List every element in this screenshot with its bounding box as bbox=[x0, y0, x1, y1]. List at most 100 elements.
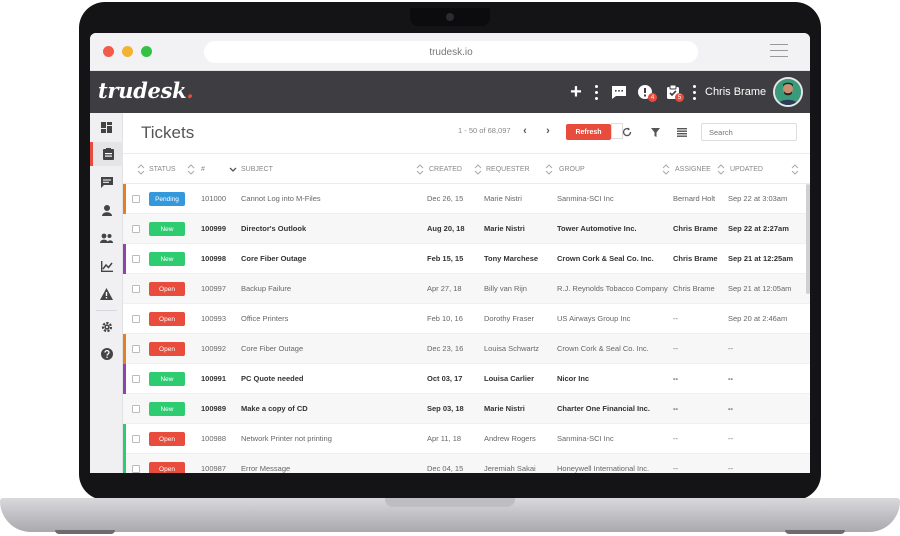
sort-icon[interactable] bbox=[662, 164, 670, 175]
table-row[interactable]: Open 100988 Network Printer not printing… bbox=[123, 424, 810, 454]
hamburger-menu-icon[interactable] bbox=[770, 44, 788, 58]
ticket-subject[interactable]: Backup Failure bbox=[241, 274, 421, 304]
window-minimize-button[interactable] bbox=[122, 46, 133, 57]
row-checkbox[interactable] bbox=[132, 405, 140, 413]
table-row[interactable]: New 100999 Director's Outlook Aug 20, 18… bbox=[123, 214, 810, 244]
sort-icon[interactable] bbox=[187, 164, 195, 175]
next-page-button[interactable]: › bbox=[541, 123, 555, 139]
ticket-assignee: -- bbox=[673, 433, 678, 443]
col-updated[interactable]: UPDATED bbox=[730, 154, 763, 185]
ticket-number: 100989 bbox=[201, 403, 227, 413]
ticket-subject[interactable]: Core Fiber Outage bbox=[241, 334, 421, 364]
list-view-icon[interactable] bbox=[674, 124, 690, 140]
row-checkbox[interactable] bbox=[132, 465, 140, 473]
row-checkbox[interactable] bbox=[132, 255, 140, 263]
priority-indicator bbox=[123, 334, 126, 364]
sort-icon[interactable] bbox=[717, 164, 725, 175]
ticket-updated: -- bbox=[728, 343, 733, 353]
table-row[interactable]: Open 100992 Core Fiber Outage Dec 23, 16… bbox=[123, 334, 810, 364]
user-name[interactable]: Chris Brame bbox=[705, 82, 766, 102]
ticket-group: Sanmina-SCI Inc bbox=[557, 193, 614, 203]
sidebar-item-settings[interactable] bbox=[90, 315, 123, 339]
user-avatar[interactable] bbox=[773, 77, 803, 107]
col-subject[interactable]: SUBJECT bbox=[241, 154, 273, 185]
sidebar-item-messages[interactable] bbox=[90, 170, 123, 194]
ticket-subject[interactable]: Make a copy of CD bbox=[241, 394, 421, 424]
search-input[interactable] bbox=[701, 123, 797, 141]
col-requester[interactable]: REQUESTER bbox=[486, 154, 530, 185]
sidebar-item-help[interactable] bbox=[90, 342, 123, 366]
chat-icon[interactable] bbox=[610, 82, 628, 102]
sort-icon[interactable] bbox=[137, 164, 145, 175]
row-checkbox[interactable] bbox=[132, 195, 140, 203]
ticket-subject[interactable]: Core Fiber Outage bbox=[241, 244, 421, 274]
row-checkbox[interactable] bbox=[132, 435, 140, 443]
trudesk-logo[interactable]: trudesk. bbox=[98, 78, 194, 103]
ticket-subject[interactable]: Director's Outlook bbox=[241, 214, 421, 244]
row-checkbox[interactable] bbox=[132, 225, 140, 233]
table-row[interactable]: Open 100993 Office Printers Feb 10, 16 D… bbox=[123, 304, 810, 334]
ticket-requester: Louisa Carlier bbox=[484, 373, 535, 383]
table-row[interactable]: Open 100997 Backup Failure Apr 27, 18 Bi… bbox=[123, 274, 810, 304]
sort-icon[interactable] bbox=[791, 164, 799, 175]
row-checkbox[interactable] bbox=[132, 285, 140, 293]
priority-indicator bbox=[123, 184, 126, 214]
ticket-group: US Airways Group Inc bbox=[557, 313, 631, 323]
col-number[interactable]: # bbox=[201, 154, 205, 185]
ticket-subject[interactable]: Error Message bbox=[241, 454, 421, 473]
plus-glyph: + bbox=[570, 80, 582, 103]
refresh-button[interactable]: Refresh bbox=[566, 123, 623, 140]
user-menu-vertical-icon[interactable] bbox=[691, 82, 697, 102]
ticket-updated: Sep 20 at 2:46am bbox=[728, 313, 788, 323]
sidebar-item-dashboard[interactable] bbox=[90, 115, 123, 139]
ticket-number: 100993 bbox=[201, 313, 227, 323]
ticket-group: Tower Automotive Inc. bbox=[557, 223, 637, 233]
sort-icon[interactable] bbox=[416, 164, 424, 175]
table-row[interactable]: New 100991 PC Quote needed Oct 03, 17 Lo… bbox=[123, 364, 810, 394]
row-checkbox[interactable] bbox=[132, 375, 140, 383]
sidebar-item-groups[interactable] bbox=[90, 226, 123, 250]
ticket-subject[interactable]: Network Printer not printing bbox=[241, 424, 421, 454]
sidebar-item-tickets[interactable] bbox=[90, 142, 123, 166]
more-vertical-icon[interactable] bbox=[593, 82, 599, 102]
row-checkbox[interactable] bbox=[132, 315, 140, 323]
ticket-subject[interactable]: Office Printers bbox=[241, 304, 421, 334]
col-status[interactable]: STATUS bbox=[149, 154, 176, 185]
chart-icon bbox=[100, 260, 113, 272]
table-row[interactable]: New 100989 Make a copy of CD Sep 03, 18 … bbox=[123, 394, 810, 424]
reload-icon[interactable] bbox=[619, 124, 635, 140]
ticket-created: Dec 23, 16 bbox=[427, 343, 464, 353]
sidebar-item-reports[interactable] bbox=[90, 254, 123, 278]
sidebar-item-accounts[interactable] bbox=[90, 198, 123, 222]
table-scrollbar[interactable] bbox=[806, 184, 810, 294]
row-checkbox[interactable] bbox=[132, 345, 140, 353]
col-created[interactable]: CREATED bbox=[429, 154, 462, 185]
table-row[interactable]: Pending 101000 Cannot Log into M-Files D… bbox=[123, 184, 810, 214]
ticket-subject[interactable]: Cannot Log into M-Files bbox=[241, 184, 421, 214]
filter-icon[interactable] bbox=[647, 124, 663, 140]
ticket-subject[interactable]: PC Quote needed bbox=[241, 364, 421, 394]
address-bar[interactable]: trudesk.io bbox=[204, 41, 698, 63]
ticket-number: 100992 bbox=[201, 343, 227, 353]
pagination-info: 1 - 50 of 68,097 bbox=[458, 126, 511, 135]
ticket-created: Feb 10, 16 bbox=[427, 313, 463, 323]
col-group[interactable]: GROUP bbox=[559, 154, 585, 185]
ticket-number: 101000 bbox=[201, 193, 227, 203]
prev-page-button[interactable]: ‹ bbox=[518, 123, 532, 139]
status-badge: New bbox=[149, 402, 185, 416]
table-row[interactable]: Open 100987 Error Message Dec 04, 15 Jer… bbox=[123, 454, 810, 473]
ticket-requester: Marie Nistri bbox=[484, 193, 522, 203]
sort-desc-icon[interactable] bbox=[229, 164, 237, 175]
window-maximize-button[interactable] bbox=[141, 46, 152, 57]
table-row[interactable]: New 100998 Core Fiber Outage Feb 15, 15 … bbox=[123, 244, 810, 274]
col-assignee[interactable]: ASSIGNEE bbox=[675, 154, 711, 185]
add-ticket-plus-icon[interactable]: + bbox=[568, 80, 584, 103]
sort-icon[interactable] bbox=[474, 164, 482, 175]
ticket-assignee: -- bbox=[673, 463, 678, 473]
sidebar-divider bbox=[96, 310, 117, 311]
window-close-button[interactable] bbox=[103, 46, 114, 57]
chevron-right-icon: › bbox=[546, 125, 550, 137]
sort-icon[interactable] bbox=[545, 164, 553, 175]
status-badge: Open bbox=[149, 342, 185, 356]
sidebar-item-notices[interactable] bbox=[90, 282, 123, 306]
